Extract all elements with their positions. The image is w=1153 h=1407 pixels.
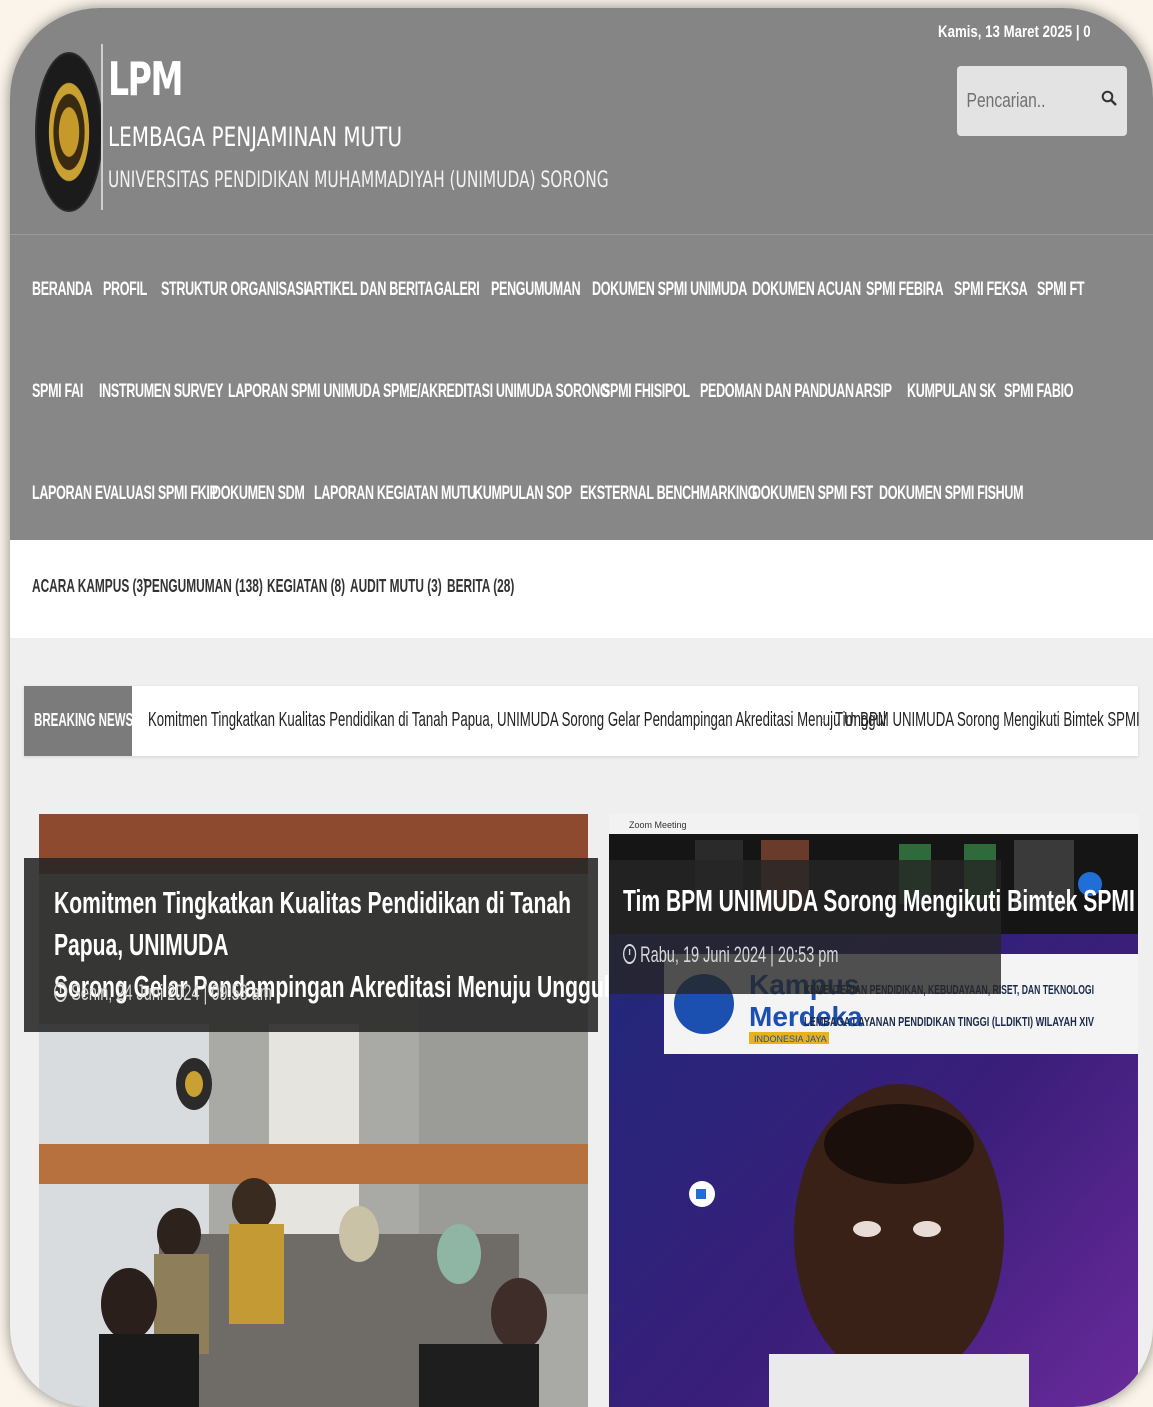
site-header: LPM LEMBAGA PENJAMINAN MUTU UNIVERSITAS …: [10, 8, 1153, 234]
nav-artikel-dan-berita[interactable]: ARTIKEL DAN BERITA: [305, 279, 434, 301]
zoom-window-title: Zoom Meeting: [629, 820, 687, 830]
ticker-separator-icon: ›: [821, 713, 825, 727]
nav-dokumen-sdm[interactable]: DOKUMEN SDM: [212, 483, 314, 505]
ticker-separator-icon: ›: [1110, 713, 1114, 727]
category-nav: ACARA KAMPUS (3) PENGUMUMAN (138) KEGIAT…: [10, 540, 1153, 638]
nav-spmi-fai[interactable]: SPMI FAI: [32, 381, 99, 403]
current-date: Kamis, 13 Maret 2025 | 0: [938, 22, 1091, 41]
nav-dokumen-spmi-unimuda[interactable]: DOKUMEN SPMI UNIMUDA: [592, 279, 752, 301]
category-kegiatan[interactable]: KEGIATAN (8): [267, 576, 345, 597]
category-acara-kampus[interactable]: ACARA KAMPUS (3): [32, 576, 147, 597]
main-nav: BERANDA PROFIL STRUKTUR ORGANISASI ARTIK…: [10, 234, 1153, 541]
nav-laporan-kegiatan-mutu[interactable]: LAPORAN KEGIATAN MUTU: [314, 483, 476, 505]
banner-tag: INDONESIA JAYA: [754, 1034, 827, 1044]
clock-icon: [623, 944, 637, 964]
search-box: [957, 66, 1127, 136]
nav-struktur-organisasi[interactable]: STRUKTUR ORGANISASI: [161, 279, 307, 301]
brand-long-name: LEMBAGA PENJAMINAN MUTU: [108, 122, 403, 153]
nav-row-1: BERANDA PROFIL STRUKTUR ORGANISASI ARTIK…: [32, 275, 1087, 305]
nav-spmi-fhisipol[interactable]: SPMI FHISIPOL: [602, 381, 700, 403]
post-date: Senin, 24 Juni 2024 | 09:53 am: [54, 980, 272, 1006]
category-pengumuman[interactable]: PENGUMUMAN (138): [144, 576, 263, 597]
nav-dokumen-acuan[interactable]: DOKUMEN ACUAN: [752, 279, 866, 301]
category-berita[interactable]: BERITA (28): [447, 576, 514, 597]
nav-kumpulan-sk[interactable]: KUMPULAN SK: [907, 381, 1004, 403]
nav-laporan-evaluasi-spmi-fkip[interactable]: LAPORAN EVALUASI SPMI FKIP: [32, 483, 218, 505]
nav-profil[interactable]: PROFIL: [103, 279, 161, 301]
nav-spmi-ft[interactable]: SPMI FT: [1037, 279, 1087, 301]
nav-instrumen-survey[interactable]: INSTRUMEN SURVEY: [99, 381, 228, 403]
nav-spmi-feksa[interactable]: SPMI FEKSA: [954, 279, 1037, 301]
university-name: UNIVERSITAS PENDIDIKAN MUHAMMADIYAH (UNI…: [108, 168, 609, 193]
nav-beranda[interactable]: BERANDA: [32, 279, 103, 301]
nav-eksternal-benchmarking[interactable]: EKSTERNAL BENCHMARKING: [580, 483, 757, 505]
nav-pedoman-dan-panduan[interactable]: PEDOMAN DAN PANDUAN: [700, 381, 855, 403]
nav-kumpulan-sop[interactable]: KUMPULAN SOP: [474, 483, 580, 505]
nav-spme-akreditasi[interactable]: SPME/AKREDITASI UNIMUDA SORONG: [383, 381, 610, 403]
nav-spmi-fabio[interactable]: SPMI FABIO: [1004, 381, 1074, 403]
nav-row-3: LAPORAN EVALUASI SPMI FKIP DOKUMEN SDM L…: [32, 479, 1024, 509]
clock-icon: [54, 982, 68, 1002]
nav-spmi-febira[interactable]: SPMI FEBIRA: [866, 279, 954, 301]
nav-pengumuman[interactable]: PENGUMUMAN: [491, 279, 592, 301]
breaking-news-bar: BREAKING NEWS Komitmen Tingkatkan Kualit…: [24, 686, 1140, 756]
nav-row-2: SPMI FAI INSTRUMEN SURVEY LAPORAN SPMI U…: [32, 377, 1074, 407]
banner-text-2: LEMBAGA LAYANAN PENDIDIKAN TINGGI (LLDIK…: [804, 1014, 1094, 1029]
nav-galeri[interactable]: GALERI: [434, 279, 491, 301]
browser-frame: LPM LEMBAGA PENJAMINAN MUTU UNIVERSITAS …: [10, 8, 1153, 1407]
nav-laporan-spmi-unimuda[interactable]: LAPORAN SPMI UNIMUDA: [228, 381, 383, 403]
university-logo[interactable]: [35, 52, 103, 212]
category-audit-mutu[interactable]: AUDIT MUTU (3): [350, 576, 442, 597]
brand-divider: [101, 44, 103, 210]
nav-dokumen-spmi-fst[interactable]: DOKUMEN SPMI FST: [752, 483, 879, 505]
post-overlay: Komitmen Tingkatkan Kualitas Pendidikan …: [24, 858, 610, 1032]
post-date: Rabu, 19 Juni 2024 | 20:53 pm: [623, 942, 838, 968]
breaking-news-label: BREAKING NEWS: [24, 686, 133, 756]
post-overlay: Tim BPM UNIMUDA Sorong Mengikuti Bimtek …: [609, 860, 1135, 994]
search-icon[interactable]: [1101, 90, 1117, 106]
brand-short-name[interactable]: LPM: [108, 52, 183, 106]
search-input[interactable]: [965, 84, 1062, 118]
nav-dokumen-spmi-fishum[interactable]: DOKUMEN SPMI FISHUM: [879, 483, 1024, 505]
breaking-news-item[interactable]: Tim BPM UNIMUDA Sorong Mengikuti Bimtek …: [835, 709, 1140, 732]
post-title[interactable]: Tim BPM UNIMUDA Sorong Mengikuti Bimtek …: [623, 880, 1135, 922]
nav-arsip[interactable]: ARSIP: [855, 381, 907, 403]
breaking-news-item[interactable]: Komitmen Tingkatkan Kualitas Pendidikan …: [148, 709, 886, 732]
